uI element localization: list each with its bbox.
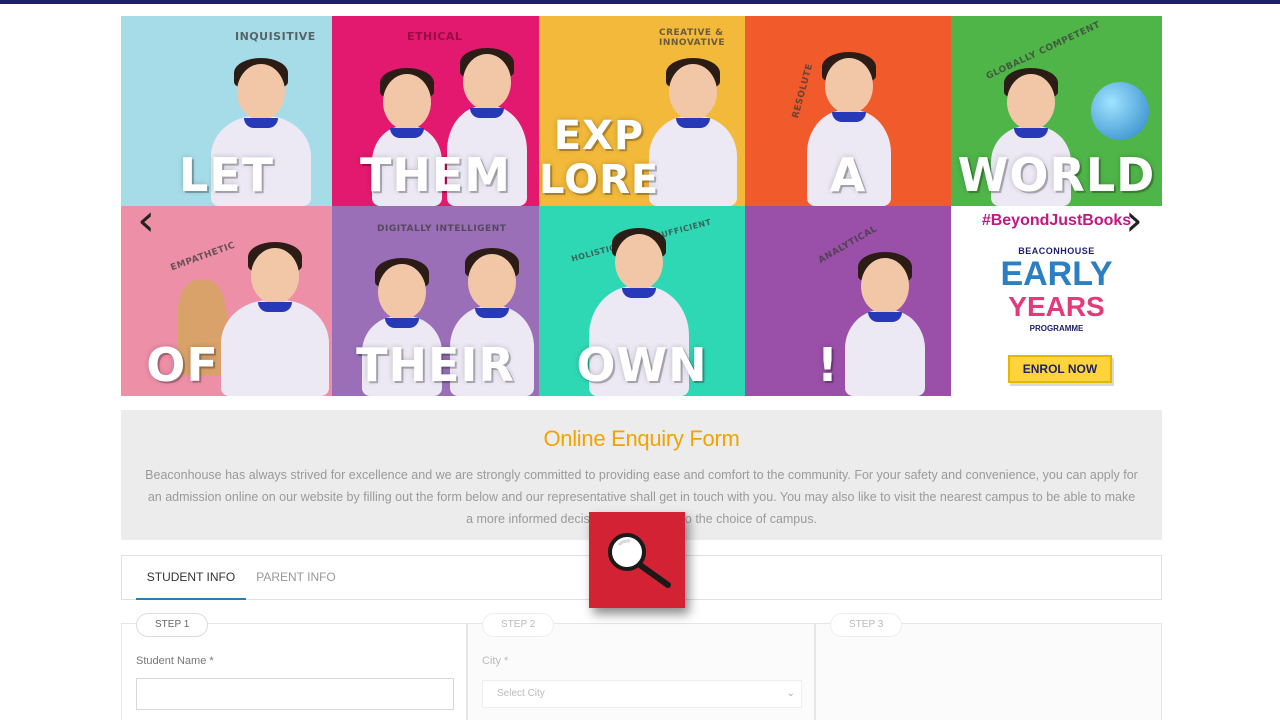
chevron-down-icon: ⌄: [786, 688, 795, 699]
tile-tag: DIGITALLY INTELLIGENT: [377, 224, 507, 234]
form-steps: STEP 1 Student Name * STEP 2 City * Sele…: [121, 613, 1162, 720]
hero-banner-carousel[interactable]: INQUISITIVE LET ETHICAL THEM CREATIVE & …: [121, 16, 1162, 396]
tile-tag: INQUISITIVE: [235, 30, 316, 43]
tile-word: A: [829, 148, 867, 202]
tile-word: WORLD: [957, 148, 1156, 202]
tile-word: OWN: [576, 338, 708, 392]
banner-tile-creative: CREATIVE & INNOVATIVE EXP LORE: [539, 16, 745, 206]
tile-word: LET: [178, 148, 275, 202]
page-title: Online Enquiry Form: [543, 426, 740, 451]
tile-tag: RESOLUTE: [791, 62, 816, 120]
banner-tile-inquisitive: INQUISITIVE LET: [121, 16, 332, 206]
student-name-label: Student Name *: [136, 655, 214, 667]
city-select[interactable]: Select City ⌄: [482, 680, 802, 708]
banner-tile-analytical: ANALYTICAL !: [745, 206, 951, 396]
step-2-pill: STEP 2: [482, 613, 555, 637]
step-3-pill: STEP 3: [830, 613, 903, 637]
student-name-input[interactable]: [136, 678, 454, 710]
tile-word: EXP LORE: [539, 113, 660, 203]
tile-word: THEM: [359, 148, 512, 202]
tile-tag: EMPATHETIC: [169, 240, 237, 274]
logo-programme: PROGRAMME: [1029, 324, 1084, 333]
city-select-value: Select City: [497, 688, 545, 699]
step-1-column: STEP 1 Student Name *: [121, 613, 467, 720]
step-2-column: STEP 2 City * Select City ⌄: [467, 613, 815, 720]
step-3-column: STEP 3: [815, 613, 1162, 720]
banner-tile-digitally-intelligent: DIGITALLY INTELLIGENT THEIR: [332, 206, 539, 396]
tile-word: THEIR: [356, 338, 515, 392]
city-label: City *: [482, 655, 509, 667]
step-1-pill: STEP 1: [136, 613, 209, 637]
logo-early: EARLY: [1000, 255, 1113, 293]
banner-tile-resolute: RESOLUTE A: [745, 16, 951, 206]
banner-tile-holistic: HOLISTIC & SELF-SUFFICIENT OWN: [539, 206, 745, 396]
banner-tile-ethical: ETHICAL THEM: [332, 16, 539, 206]
tab-parent-info[interactable]: PARENT INFO: [246, 556, 346, 600]
tab-student-info[interactable]: STUDENT INFO: [136, 556, 246, 600]
magnifier-overlay: [589, 512, 685, 608]
banner-tile-globally-competent: GLOBALLY COMPETENT WORLD: [951, 16, 1162, 206]
carousel-next-arrow-icon[interactable]: ›: [1119, 196, 1149, 246]
logo-years: YEARS: [1008, 291, 1105, 322]
tile-tag: CREATIVE & INNOVATIVE: [659, 28, 726, 48]
enrol-now-button[interactable]: ENROL NOW: [1008, 355, 1112, 383]
tile-word: OF: [146, 338, 219, 392]
magnifier-icon: [608, 533, 671, 588]
tile-tag: ETHICAL: [407, 30, 463, 43]
globe-icon: [1091, 82, 1149, 140]
tile-word: !: [817, 338, 839, 392]
top-border: [0, 0, 1280, 4]
child-figure: [649, 58, 737, 206]
carousel-prev-arrow-icon[interactable]: ‹: [131, 196, 161, 246]
